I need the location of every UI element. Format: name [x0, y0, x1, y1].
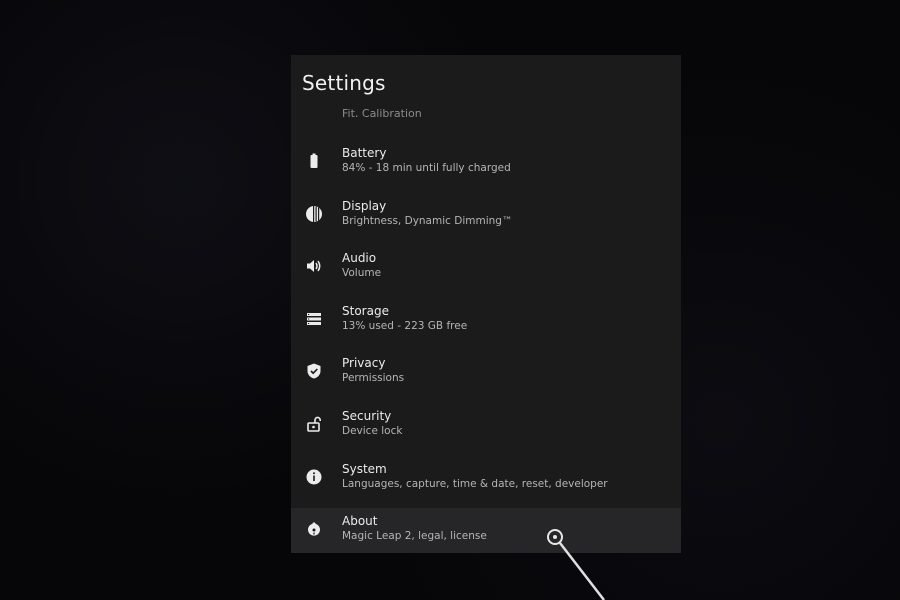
display-icon	[305, 205, 323, 223]
settings-item-about[interactable]: About Magic Leap 2, legal, license	[291, 508, 681, 553]
battery-icon	[305, 152, 323, 170]
settings-item-label: System	[342, 461, 387, 476]
settings-item-battery[interactable]: Battery 84% - 18 min until fully charged	[291, 140, 681, 193]
settings-item-privacy[interactable]: Privacy Permissions	[291, 350, 681, 403]
settings-item-audio[interactable]: Audio Volume	[291, 245, 681, 298]
settings-item-label: Battery	[342, 146, 387, 160]
settings-list: Battery 84% - 18 min until fully charged…	[291, 140, 681, 553]
device-icon	[305, 520, 323, 538]
settings-item-subtitle: Volume	[342, 267, 382, 280]
settings-item-display[interactable]: Display Brightness, Dynamic Dimming™	[291, 193, 681, 246]
pointer-cursor-center	[553, 535, 557, 539]
settings-item-label: Privacy	[342, 356, 386, 371]
storage-icon	[305, 310, 323, 328]
settings-item-subtitle: Device lock	[342, 424, 403, 437]
settings-item-label: Display	[342, 198, 387, 213]
settings-item-subtitle: 84% - 18 min until fully charged	[342, 162, 511, 174]
partial-item-subtitle: Fit, Calibration	[342, 109, 422, 117]
settings-item-subtitle: 13% used - 223 GB free	[342, 319, 468, 332]
settings-panel: Settings Fit, Calibration Battery 84% - …	[291, 55, 681, 553]
settings-item-label: Audio	[342, 251, 377, 266]
speaker-icon	[305, 257, 323, 275]
shield-icon	[305, 362, 323, 380]
settings-item-subtitle: Permissions	[342, 372, 405, 385]
settings-item-system[interactable]: System Languages, capture, time & date, …	[291, 456, 681, 509]
desktop-background: Settings Fit, Calibration Battery 84% - …	[0, 0, 900, 600]
settings-item-security[interactable]: Security Device lock	[291, 403, 681, 456]
unlock-icon	[305, 415, 323, 433]
settings-item-subtitle: Languages, capture, time & date, reset, …	[342, 477, 608, 490]
settings-item-label: About	[342, 514, 378, 529]
page-title: Settings	[302, 71, 386, 95]
settings-item-subtitle: Magic Leap 2, legal, license	[342, 530, 487, 543]
settings-item-label: Security	[342, 408, 392, 423]
settings-item-subtitle: Brightness, Dynamic Dimming™	[342, 214, 513, 227]
settings-item-label: Storage	[342, 303, 389, 318]
settings-item-storage[interactable]: Storage 13% used - 223 GB free	[291, 298, 681, 351]
info-icon	[305, 468, 323, 486]
